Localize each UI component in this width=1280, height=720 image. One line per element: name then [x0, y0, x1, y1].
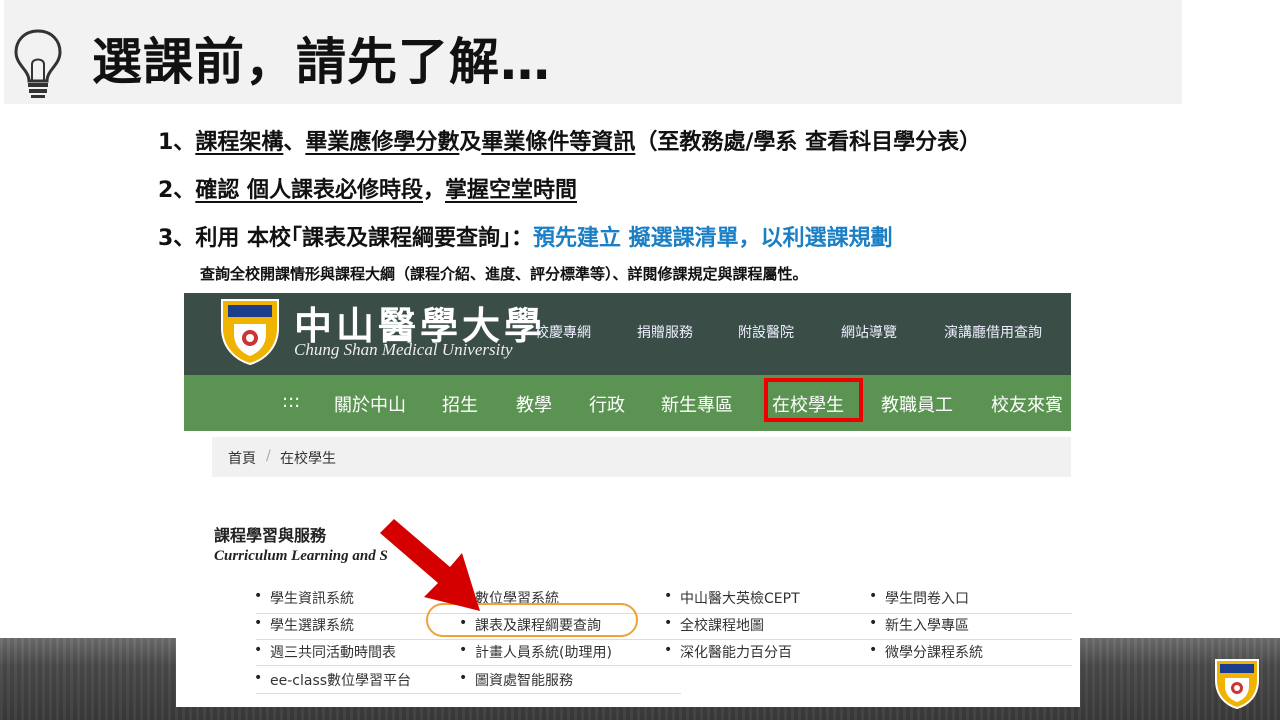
point-text: 掌握空堂時間 — [445, 178, 578, 203]
brand-english: Chung Shan Medical University — [294, 340, 513, 359]
nav-item-teaching[interactable]: 教學 — [516, 391, 552, 417]
breadcrumb-separator: / — [266, 448, 271, 464]
link-item[interactable]: 微學分課程系統 — [869, 642, 983, 662]
nav-item-alumni[interactable]: 校友來賓 — [991, 391, 1063, 417]
row-divider — [256, 639, 1072, 640]
top-link[interactable]: 網站導覽 — [841, 322, 897, 342]
link-item[interactable]: 學生資訊系統 — [254, 588, 354, 608]
point-1: 1、課程架構、畢業應修學分數及畢業條件等資訊（至教務處/學系 查看科目學分表） — [158, 124, 981, 156]
top-link[interactable]: 捐贈服務 — [637, 322, 693, 342]
point-text: （至教務處/學系 查看科目學分表） — [635, 130, 982, 155]
link-item[interactable]: 中山醫大英檢CEPT — [664, 588, 800, 608]
university-logo-icon — [221, 299, 279, 366]
nav-item-about[interactable]: 關於中山 — [334, 391, 406, 417]
point-number: 3、 — [158, 226, 196, 251]
point-3: 3、利用 本校｢課表及課程綱要查詢｣：預先建立 擬選課清單，以利選課規劃 — [158, 220, 893, 252]
link-item[interactable]: 深化醫能力百分百 — [664, 642, 792, 662]
website-screenshot: 中山醫學大學 Chung Shan Medical University 校慶專… — [176, 293, 1080, 707]
section-title: 課程學習與服務 — [214, 526, 327, 545]
point-text: 利用 本校｢課表及課程綱要查詢｣： — [195, 226, 533, 251]
nav-item-staff[interactable]: 教職員工 — [881, 391, 953, 417]
section-subtitle: Curriculum Learning and S — [214, 548, 388, 564]
nav-item-admission[interactable]: 招生 — [442, 391, 478, 417]
point-text: 確認 個人課表必修時段 — [195, 178, 423, 203]
point-text: 、 — [283, 130, 306, 155]
link-item[interactable]: 週三共同活動時間表 — [254, 642, 396, 662]
breadcrumb: 首頁 / 在校學生 — [212, 437, 1071, 477]
breadcrumb-home[interactable]: 首頁 — [228, 448, 256, 468]
link-item[interactable]: 學生問卷入口 — [869, 588, 969, 608]
university-emblem-icon — [1215, 659, 1259, 710]
main-nav: ::: 關於中山 招生 教學 行政 新生專區 在校學生 教職員工 校友來賓 — [184, 375, 1071, 431]
top-link[interactable]: 校慶專網 — [535, 322, 591, 342]
link-item[interactable]: 學生選課系統 — [254, 615, 354, 635]
highlight-box — [764, 378, 863, 422]
sub-note: 查詢全校開課情形與課程大綱（課程介紹、進度、評分標準等）、詳閱修課規定與課程屬性… — [200, 265, 808, 283]
point-text: 及 — [459, 130, 482, 155]
point-2: 2、確認 個人課表必修時段，掌握空堂時間 — [158, 172, 577, 204]
point-text: 畢業條件等資訊 — [481, 130, 636, 155]
link-item[interactable]: 計畫人員系統(助理用) — [459, 642, 612, 662]
point-number: 1、 — [158, 130, 196, 155]
breadcrumb-current: 在校學生 — [280, 451, 336, 467]
point-text: 畢業應修學分數 — [305, 130, 460, 155]
link-item[interactable]: 新生入學專區 — [869, 615, 969, 635]
point-text-highlight: 預先建立 擬選課清單，以利選課規劃 — [532, 226, 893, 251]
site-header: 中山醫學大學 Chung Shan Medical University 校慶專… — [184, 293, 1071, 375]
point-text: 課程架構 — [195, 130, 284, 155]
nav-item-freshmen[interactable]: 新生專區 — [661, 391, 733, 417]
top-link[interactable]: 演講廳借用查詢 — [944, 322, 1042, 342]
top-link[interactable]: 附設醫院 — [738, 322, 794, 342]
link-item[interactable]: 圖資處智能服務 — [459, 670, 573, 690]
red-arrow-icon — [380, 519, 480, 611]
lightbulb-icon — [14, 29, 62, 98]
nav-item-admin[interactable]: 行政 — [589, 391, 625, 417]
row-divider — [256, 693, 681, 694]
slide-title: 選課前，請先了解… — [92, 33, 551, 91]
row-divider — [256, 613, 1072, 614]
nav-menu-toggle[interactable]: ::: — [282, 391, 300, 412]
point-number: 2、 — [158, 178, 196, 203]
row-divider — [256, 665, 1072, 666]
point-text: ， — [422, 178, 445, 203]
link-item[interactable]: 全校課程地圖 — [664, 615, 764, 635]
link-item[interactable]: ee-class數位學習平台 — [254, 670, 411, 690]
